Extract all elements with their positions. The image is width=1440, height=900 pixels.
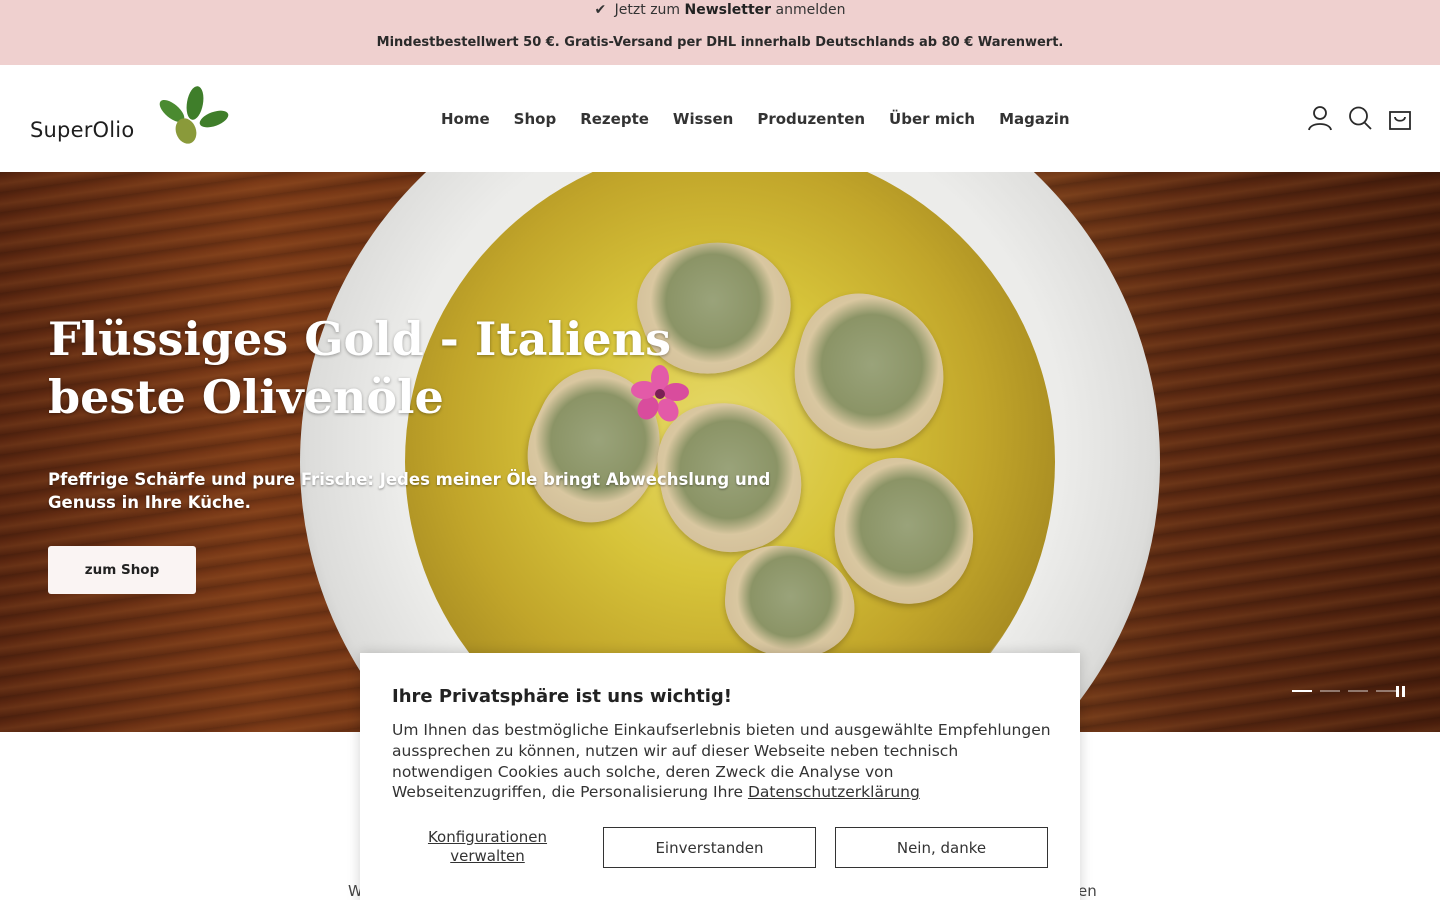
olive-branch-icon xyxy=(159,86,229,144)
announcement-bar: ✔ Jetzt zum Newsletter anmelden Mindestb… xyxy=(0,0,1440,65)
logo-text: SuperOlio xyxy=(30,118,135,142)
nav-magazin[interactable]: Magazin xyxy=(999,107,1069,131)
nav-wissen[interactable]: Wissen xyxy=(673,107,733,131)
content-text-fragment: en xyxy=(1078,882,1097,900)
cookie-consent-dialog: Ihre Privatsphäre ist uns wichtig! Um Ih… xyxy=(360,653,1080,900)
configure-cookies-button[interactable]: Konfigurationen verwalten xyxy=(420,828,555,866)
newsletter-suffix: anmelden xyxy=(775,2,846,18)
nav-home[interactable]: Home xyxy=(441,107,490,131)
shipping-info: Mindestbestellwert 50 €. Gratis-Versand … xyxy=(376,35,1064,50)
slide-dot[interactable] xyxy=(1292,690,1312,692)
hero-title: Flüssiges Gold - Italiens beste Olivenöl… xyxy=(48,312,672,424)
cookie-description: Um Ihnen das bestmögliche Einkaufserlebn… xyxy=(392,721,1051,802)
nav-ueber-mich[interactable]: Über mich xyxy=(889,107,975,131)
slider-dots xyxy=(1292,690,1396,692)
pause-icon[interactable] xyxy=(1396,686,1406,697)
logo[interactable]: SuperOlio xyxy=(30,85,230,150)
cart-icon[interactable] xyxy=(1388,105,1412,131)
newsletter-prefix: Jetzt zum xyxy=(614,2,681,18)
hero-subtitle: Pfeffrige Schärfe und pure Frische: Jede… xyxy=(48,470,771,512)
cookie-text: Um Ihnen das bestmögliche Einkaufserlebn… xyxy=(392,720,1052,803)
main-nav: Home Shop Rezepte Wissen Produzenten Übe… xyxy=(441,107,1094,131)
nav-shop[interactable]: Shop xyxy=(514,107,557,131)
slide-dot[interactable] xyxy=(1320,690,1340,692)
shop-button[interactable]: zum Shop xyxy=(48,546,196,594)
hero-banner: Flüssiges Gold - Italiens beste Olivenöl… xyxy=(0,172,1440,732)
check-icon: ✔ xyxy=(594,2,607,18)
accept-cookies-button[interactable]: Einverstanden xyxy=(603,827,816,868)
header-icons xyxy=(1308,105,1412,131)
slide-dot[interactable] xyxy=(1376,690,1396,692)
newsletter-link[interactable]: Newsletter xyxy=(685,2,772,18)
newsletter-announcement[interactable]: ✔ Jetzt zum Newsletter anmelden xyxy=(0,0,1440,20)
search-icon[interactable] xyxy=(1348,105,1372,131)
privacy-policy-link[interactable]: Datenschutzerklärung xyxy=(748,783,920,801)
decline-cookies-button[interactable]: Nein, danke xyxy=(835,827,1048,868)
site-header: SuperOlio Home Shop Rezepte Wissen Produ… xyxy=(0,65,1440,172)
nav-rezepte[interactable]: Rezepte xyxy=(580,107,649,131)
cookie-title: Ihre Privatsphäre ist uns wichtig! xyxy=(392,686,733,707)
nav-produzenten[interactable]: Produzenten xyxy=(757,107,865,131)
account-icon[interactable] xyxy=(1308,105,1332,131)
slide-dot[interactable] xyxy=(1348,690,1368,692)
